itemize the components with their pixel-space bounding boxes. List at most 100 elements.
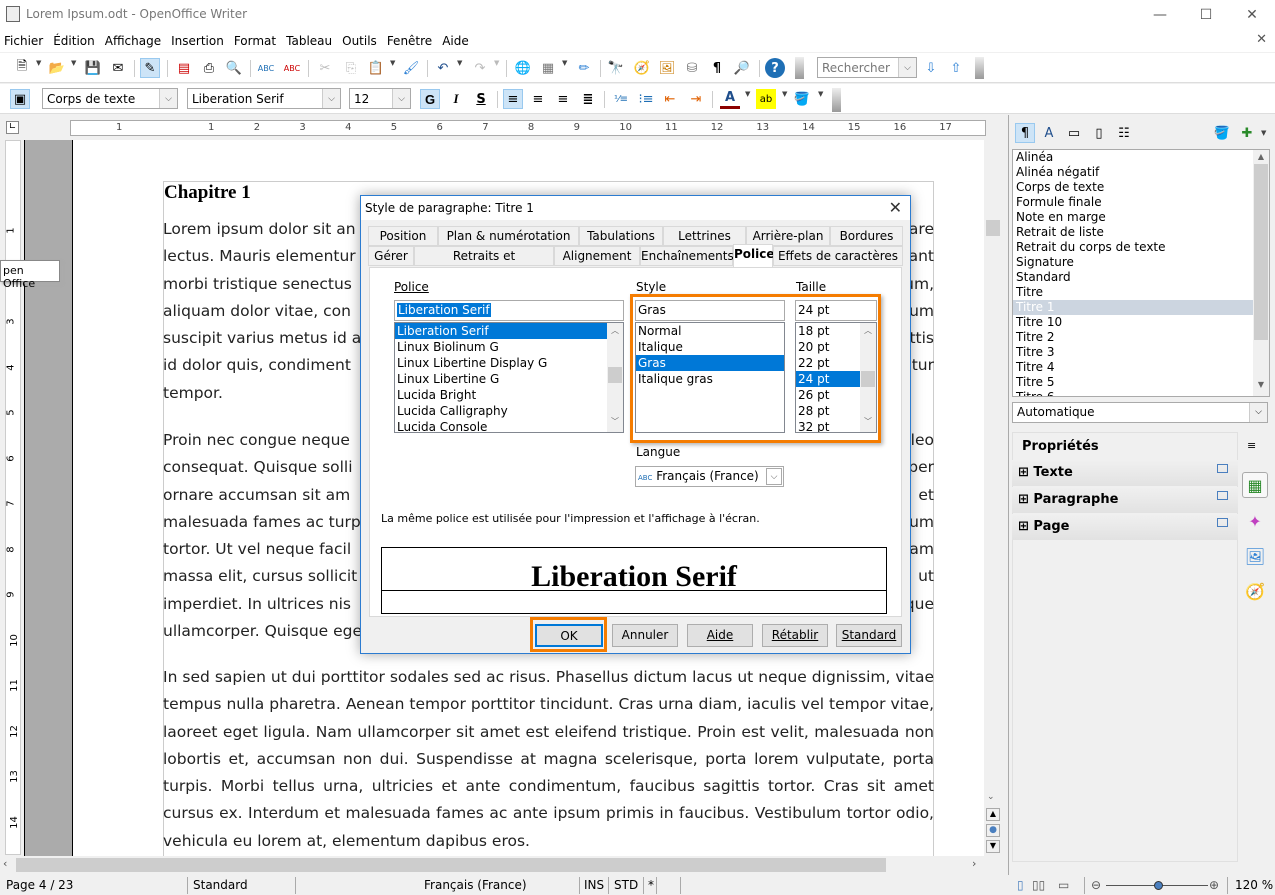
multi-page-view-icon[interactable]: ▯▯ [1032,878,1045,892]
tab-encha-nements[interactable]: Enchaînements [640,246,734,266]
menu-format[interactable]: Format [230,34,280,48]
tab-effets-de-caract-res[interactable]: Effets de caractères [773,246,903,266]
new-dropdown-arrow[interactable]: ▼ [36,59,41,67]
tab-tabulations[interactable]: Tabulations [579,226,663,246]
print-icon[interactable]: ⎙ [199,58,219,78]
font-list-item[interactable]: Linux Libertine G [395,371,607,387]
selection-mode-indicator[interactable]: STD [614,878,638,892]
align-right-icon[interactable]: ≡ [553,89,573,109]
scroll-right-arrow[interactable]: › [972,857,976,870]
print-preview-icon[interactable]: 🔍 [224,58,244,78]
tab-alignement[interactable]: Alignement [554,246,640,266]
tab-police[interactable]: Police [733,244,775,267]
font-name-select[interactable]: Liberation Serif ⌵ [187,88,341,109]
menu-affichage[interactable]: Affichage [101,34,165,48]
hyperlink-icon[interactable]: 🌐 [513,58,533,78]
previous-page-button[interactable]: ▲ [986,808,1000,821]
cancel-button[interactable]: Annuler [612,624,678,647]
highlight-dropdown-arrow[interactable]: ▼ [782,90,787,98]
chevron-down-icon[interactable]: ⌵ [898,58,916,77]
redo-icon[interactable]: ↷ [470,58,490,78]
font-list-item[interactable]: Linux Biolinum G [395,339,607,355]
font-name-input[interactable]: Liberation Serif [394,300,624,321]
navigator-deck-icon[interactable]: 🧭 [1242,578,1268,604]
save-icon[interactable]: 💾 [83,58,103,78]
zoom-in-icon[interactable]: ⊕ [1209,878,1219,892]
table-icon[interactable]: ▦ [538,58,558,78]
bullets-icon[interactable]: ⁝≡ [636,89,656,109]
sidebar-style-item[interactable]: Corps de texte [1013,180,1269,195]
formatting-marks-icon[interactable]: ¶ [707,58,727,78]
section-texte[interactable]: ⊞ Texte [1012,460,1238,486]
close-window-button[interactable]: ✕ [1229,0,1275,30]
tab-bordures[interactable]: Bordures [830,226,903,246]
decrease-indent-icon[interactable]: ⇤ [660,89,680,109]
page-style-indicator[interactable]: Standard [193,878,248,892]
toolbar-overflow-handle[interactable] [795,57,804,79]
email-icon[interactable]: ✉ [108,58,128,78]
page-indicator[interactable]: Page 4 / 23 [6,878,73,892]
next-page-button[interactable]: ▼ [986,840,1000,853]
sidebar-style-item[interactable]: Titre [1013,285,1269,300]
tab-position[interactable]: Position [368,226,438,246]
sidebar-style-item[interactable]: Retrait du corps de texte [1013,240,1269,255]
sidebar-style-item[interactable]: Titre 6 [1013,390,1269,396]
new-document-icon[interactable]: 🗎 [12,58,32,78]
styles-formatting-icon[interactable]: ▣ [10,89,30,109]
dialog-close-icon[interactable]: ✕ [889,198,902,217]
search-toolbar-overflow-handle[interactable] [975,57,984,79]
table-dropdown-arrow[interactable]: ▼ [562,59,567,67]
find-previous-icon[interactable]: ⇧ [946,58,966,78]
autospellcheck-icon[interactable]: ABC [282,58,302,78]
character-styles-icon[interactable]: A [1039,123,1059,143]
paste-dropdown-arrow[interactable]: ▼ [390,59,395,67]
font-list-item[interactable]: Lucida Calligraphy [395,403,607,419]
texte-more-options-icon[interactable] [1217,464,1228,473]
cut-icon[interactable]: ✂ [315,58,335,78]
tab-type-selector[interactable]: ∟ [6,121,19,134]
zoom-icon[interactable]: 🔎 [732,58,752,78]
increase-indent-icon[interactable]: ⇥ [686,89,706,109]
font-color-icon[interactable]: A [720,89,740,109]
numbering-icon[interactable]: ⅟≡ [611,89,631,109]
underline-button[interactable]: S [471,89,491,109]
menu-fichier[interactable]: Fichier [0,34,47,48]
undo-dropdown-arrow[interactable]: ▼ [457,59,462,67]
tab-lettrines[interactable]: Lettrines [663,226,746,246]
new-style-icon[interactable]: ✚ [1237,123,1257,143]
sidebar-style-item[interactable]: Note en marge [1013,210,1269,225]
gallery-icon[interactable]: 🖼 [657,58,677,78]
sidebar-style-item[interactable]: Alinéa [1013,150,1269,165]
font-list-item[interactable]: Liberation Serif [395,323,607,339]
menu-edition[interactable]: Édition [49,34,99,48]
font-list-item[interactable]: Linux Libertine Display G [395,355,607,371]
font-list-item[interactable]: Lucida Console [395,419,607,432]
paragraph-style-select[interactable]: Corps de texte ⌵ [42,88,178,109]
fill-format-icon[interactable]: 🪣 [1212,123,1232,143]
scroll-left-arrow[interactable]: ‹ [3,857,7,870]
sidebar-style-item[interactable]: Formule finale [1013,195,1269,210]
paste-icon[interactable]: 📋 [366,58,386,78]
copy-icon[interactable]: ⎘ [341,58,361,78]
vertical-scrollbar[interactable]: ⌄ ▲ ● ▼ [985,140,1001,856]
sidebar-style-item[interactable]: Titre 2 [1013,330,1269,345]
navigator-icon[interactable]: 🧭 [632,58,652,78]
list-styles-icon[interactable]: ☷ [1114,123,1134,143]
sidebar-menu-icon[interactable]: ≡ [1247,439,1256,452]
style-actions-dropdown[interactable]: ▼ [1261,129,1266,137]
font-size-select[interactable]: 12 ⌵ [349,88,411,109]
find-replace-icon[interactable]: 🔭 [606,58,626,78]
book-view-icon[interactable]: ▭ [1058,878,1069,892]
find-next-icon[interactable]: ⇩ [921,58,941,78]
chevron-down-icon[interactable]: ⌵ [766,468,782,485]
open-icon[interactable]: 📂 [47,58,67,78]
reset-button[interactable]: Rétablir [762,624,828,647]
menu-tableau[interactable]: Tableau [282,34,336,48]
sidebar-style-item[interactable]: Titre 5 [1013,375,1269,390]
background-color-dropdown-arrow[interactable]: ▼ [818,90,823,98]
font-list-scrollbar[interactable]: ︿ ﹀ [607,323,623,432]
sidebar-style-item[interactable]: Retrait de liste [1013,225,1269,240]
maximize-button[interactable]: ☐ [1183,0,1229,30]
section-paragraphe[interactable]: ⊞ Paragraphe [1012,487,1238,513]
zoom-slider-thumb[interactable] [1154,881,1164,890]
